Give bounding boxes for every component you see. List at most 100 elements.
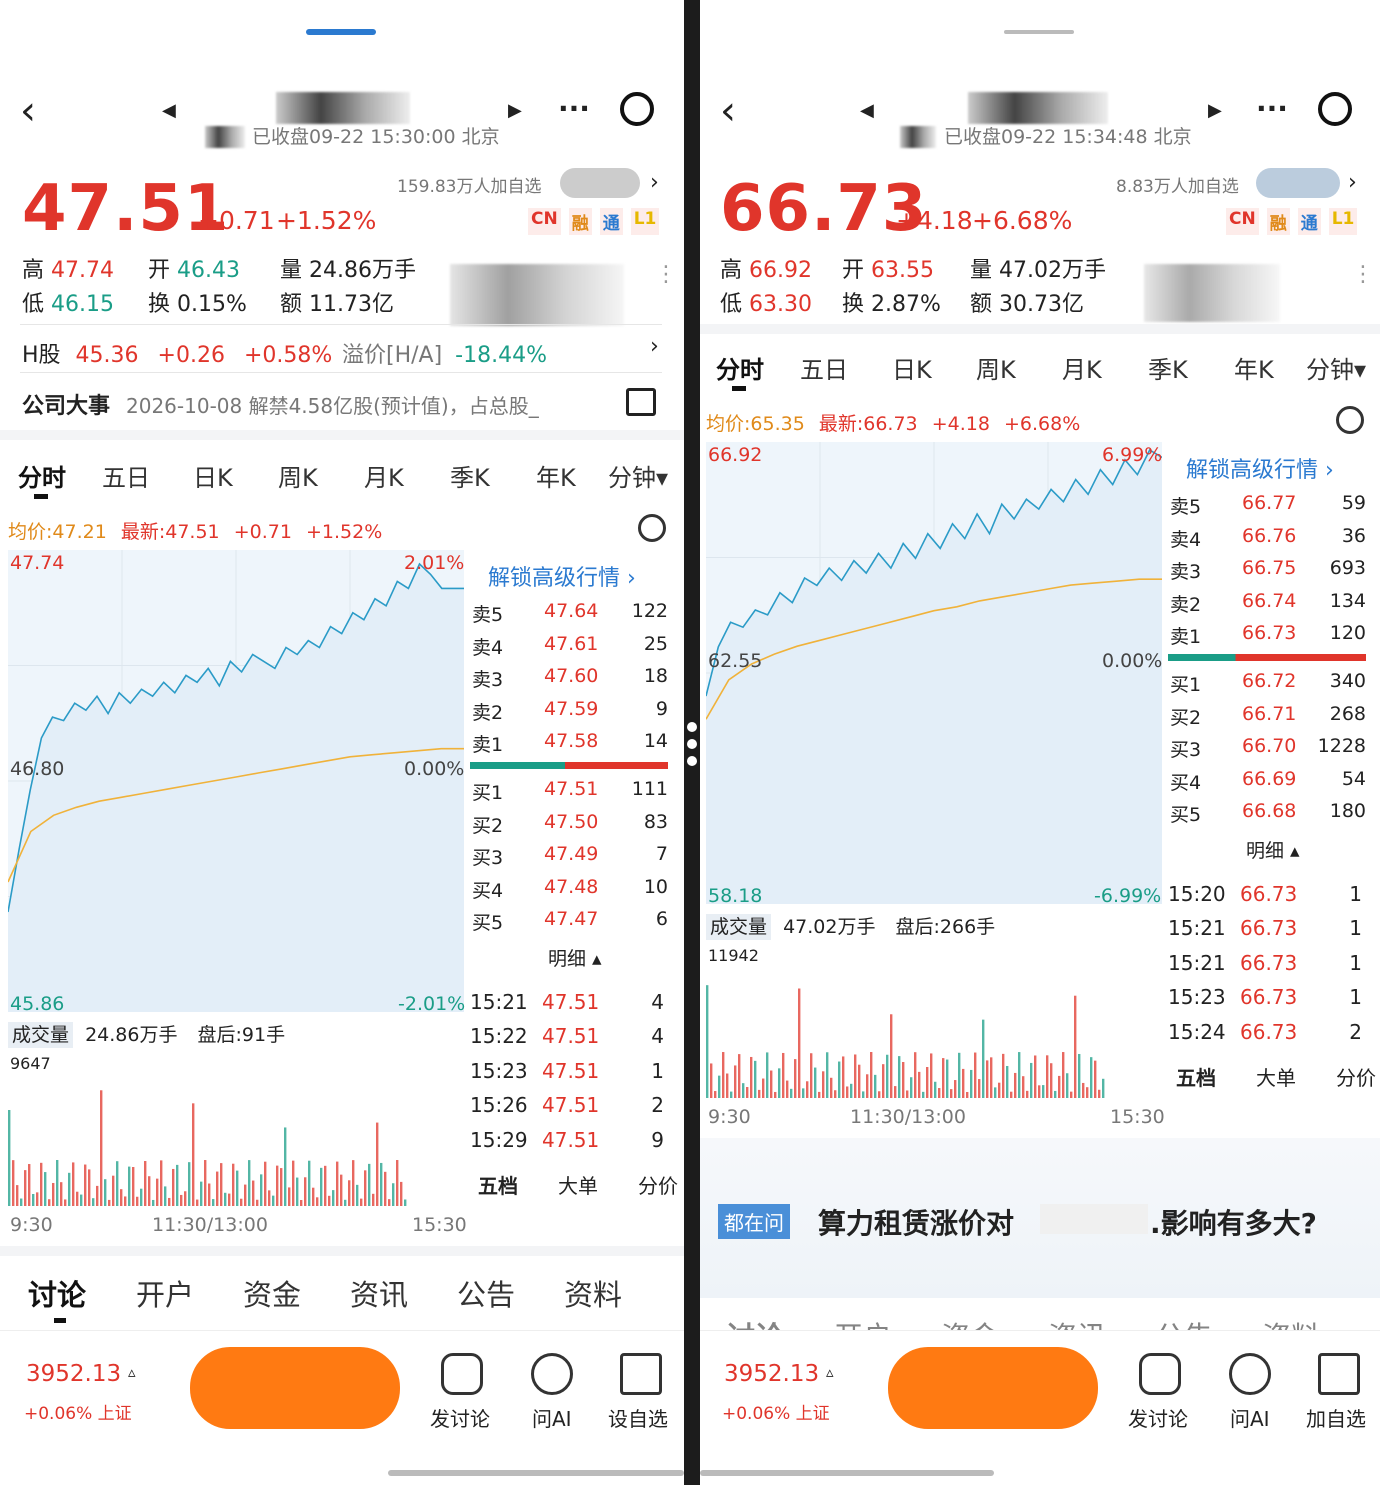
index-change: +0.06% 上证 — [722, 1404, 830, 1424]
tab-discussion[interactable]: 讨论 — [28, 1272, 86, 1314]
tab-monthly[interactable]: 月K — [364, 458, 404, 493]
prev-stock-icon[interactable]: ◀ — [162, 100, 176, 121]
index-value[interactable]: 3952.13 — [26, 1361, 121, 1387]
section-gap — [0, 1246, 684, 1256]
discuss-icon[interactable] — [441, 1353, 483, 1395]
vertical-more-icon[interactable]: ⋮ — [1352, 262, 1374, 287]
detail-toggle[interactable]: 明细 ▴ — [548, 944, 602, 971]
active-tab-indicator — [34, 494, 48, 499]
action-watchlist[interactable]: 设自选 — [608, 1403, 668, 1432]
tab-fenshi[interactable]: 分时 — [18, 458, 66, 493]
more-icon[interactable]: ··· — [558, 92, 590, 125]
volume-bar — [80, 1194, 83, 1206]
action-ask-ai[interactable]: 问AI — [1230, 1403, 1270, 1432]
action-discuss[interactable]: 发讨论 — [430, 1403, 490, 1432]
next-stock-icon[interactable]: ▶ — [508, 100, 522, 121]
question-text-a[interactable]: 算力租赁涨价对 — [818, 1202, 1014, 1242]
event-text[interactable]: 2026-10-08 解禁4.58亿股(预计值)，占总股_ — [126, 390, 539, 419]
price-chart[interactable] — [705, 442, 1163, 904]
tab-5day[interactable]: 五日 — [102, 458, 150, 493]
calendar-icon[interactable] — [626, 388, 656, 416]
volume-bar — [116, 1161, 119, 1206]
volume-bar — [934, 1081, 937, 1098]
volume-bar — [1070, 1091, 1073, 1098]
tab-fenshi[interactable]: 分时 — [716, 350, 764, 385]
trade-button[interactable] — [190, 1347, 400, 1429]
action-ask-ai[interactable]: 问AI — [532, 1403, 572, 1432]
volume-bar — [890, 1014, 893, 1098]
watchlist-settings-icon[interactable] — [620, 1353, 662, 1395]
tab-news[interactable]: 资讯 — [350, 1272, 408, 1314]
detail-toggle[interactable]: 明细 ▴ — [1246, 836, 1300, 863]
discuss-icon[interactable] — [1139, 1353, 1181, 1395]
tab-daily[interactable]: 日K — [193, 458, 233, 493]
tab-big-orders[interactable]: 大单 — [558, 1170, 598, 1199]
orderbook-label: 卖4 — [472, 636, 504, 659]
index-value[interactable]: 3952.13 — [724, 1361, 819, 1387]
tick-price: 66.73 — [1240, 916, 1298, 941]
volume-bar — [328, 1195, 331, 1206]
hshare-row[interactable]: H股 45.36 +0.26 +0.58% — [22, 337, 332, 369]
split-handle[interactable] — [686, 722, 698, 773]
question-text-b[interactable]: .影响有多大? — [1150, 1202, 1317, 1242]
chevron-right-icon[interactable]: › — [650, 334, 659, 359]
tab-monthly[interactable]: 月K — [1062, 350, 1102, 385]
action-add-watchlist[interactable]: 加自选 — [1306, 1403, 1366, 1432]
market-status: 已收盘09-22 15:30:00 北京 — [252, 126, 500, 148]
orderbook-qty: 9 — [655, 697, 668, 720]
add-watchlist-icon[interactable] — [1318, 1353, 1360, 1395]
tab-price-volume[interactable]: 分价 — [1336, 1062, 1376, 1091]
volume-bar — [252, 1180, 255, 1206]
next-stock-icon[interactable]: ▶ — [1208, 100, 1222, 121]
tab-announcements[interactable]: 公告 — [457, 1272, 515, 1314]
vertical-more-icon[interactable]: ⋮ — [655, 262, 677, 287]
back-icon[interactable]: ‹ — [720, 88, 736, 134]
tick-time: 15:22 — [470, 1024, 528, 1049]
tab-5day[interactable]: 五日 — [800, 350, 848, 385]
tab-five-level[interactable]: 五档 — [478, 1170, 518, 1199]
volume-bar — [304, 1177, 307, 1206]
tab-account[interactable]: 开户 — [136, 1272, 194, 1314]
chevron-right-icon[interactable]: › — [1348, 170, 1357, 195]
price-chart[interactable] — [7, 550, 464, 1012]
volume-bar — [88, 1169, 91, 1206]
tab-daily[interactable]: 日K — [892, 350, 932, 385]
action-discuss[interactable]: 发讨论 — [1128, 1403, 1188, 1432]
tab-five-level[interactable]: 五档 — [1176, 1062, 1216, 1091]
tab-weekly[interactable]: 周K — [278, 458, 318, 493]
tab-weekly[interactable]: 周K — [976, 350, 1016, 385]
volume-bar — [156, 1178, 159, 1206]
tab-quarterly[interactable]: 季K — [450, 458, 490, 493]
ai-icon[interactable] — [1229, 1353, 1271, 1395]
back-icon[interactable]: ‹ — [20, 88, 36, 134]
volume-bar — [100, 1090, 103, 1206]
bottom-action-bar: 3952.13 ▵ +0.06% 上证 发讨论 问AI 加自选 — [700, 1330, 1380, 1485]
unlock-advanced-link[interactable]: 解锁高级行情 › — [1186, 452, 1334, 484]
tab-yearly[interactable]: 年K — [536, 458, 576, 493]
trade-button[interactable] — [888, 1347, 1098, 1429]
high-stat: 高 47.74 — [22, 258, 114, 283]
settings-icon[interactable] — [638, 514, 666, 542]
tab-yearly[interactable]: 年K — [1234, 350, 1274, 385]
tab-minute[interactable]: 分钟▾ — [608, 458, 668, 493]
volume-chart-svg — [8, 1090, 407, 1206]
unlock-advanced-link[interactable]: 解锁高级行情 › — [488, 560, 636, 592]
more-icon[interactable]: ··· — [1256, 92, 1288, 125]
volume-bar — [224, 1192, 227, 1206]
volume-bar — [1050, 1063, 1053, 1098]
prev-stock-icon[interactable]: ◀ — [860, 100, 874, 121]
volume-bar — [260, 1174, 263, 1206]
volume-bar — [232, 1163, 235, 1206]
tab-price-volume[interactable]: 分价 — [638, 1170, 678, 1199]
tab-profile[interactable]: 资料 — [564, 1272, 622, 1314]
tab-quarterly[interactable]: 季K — [1148, 350, 1188, 385]
tab-minute[interactable]: 分钟▾ — [1306, 350, 1366, 385]
search-icon[interactable] — [1318, 92, 1352, 126]
search-icon[interactable] — [620, 92, 654, 126]
ai-icon[interactable] — [531, 1353, 573, 1395]
settings-icon[interactable] — [1336, 406, 1364, 434]
tab-big-orders[interactable]: 大单 — [1256, 1062, 1296, 1091]
tab-funds[interactable]: 资金 — [243, 1272, 301, 1314]
chevron-right-icon[interactable]: › — [650, 170, 659, 195]
volume-bar — [68, 1172, 71, 1206]
